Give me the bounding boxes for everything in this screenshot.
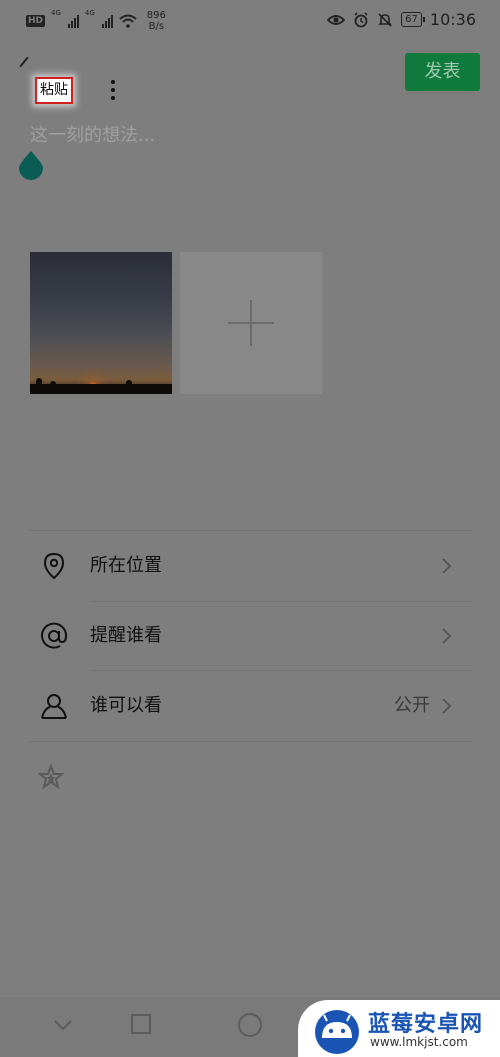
paste-button[interactable]: 粘贴 [35, 77, 73, 104]
hd-badge: HD [26, 15, 46, 27]
signal-2-icon [101, 14, 113, 28]
nav-home-icon[interactable] [238, 1013, 262, 1037]
watermark-title: 蓝莓安卓网 [368, 1012, 484, 1037]
at-sign-icon [41, 622, 68, 649]
plus-icon-v [250, 300, 252, 346]
star-icon[interactable] [38, 764, 64, 790]
status-left: HD 4G 4G 896 B/s [26, 10, 166, 32]
visibility-label: 谁可以看 [90, 695, 162, 716]
pencil-icon [19, 56, 29, 68]
battery-icon: 67 [401, 12, 425, 27]
more-options-icon[interactable] [106, 78, 120, 102]
mention-label: 提醒谁看 [90, 625, 162, 646]
publish-button[interactable]: 发表 [405, 53, 480, 91]
photo-thumbnail[interactable] [30, 252, 172, 394]
signal-2-label: 4G [84, 9, 95, 17]
tree-silhouette [50, 381, 56, 386]
add-photo-button[interactable] [180, 252, 322, 394]
location-label: 所在位置 [90, 555, 162, 576]
chevron-right-icon [442, 558, 452, 574]
visibility-value: 公开 [394, 695, 430, 716]
eye-icon [327, 14, 346, 25]
text-cursor-handle[interactable] [18, 150, 44, 180]
visibility-row[interactable]: 谁可以看 公开 [28, 671, 472, 741]
mention-row[interactable]: 提醒谁看 [28, 601, 472, 671]
alarm-icon [354, 11, 368, 27]
network-speed-unit: B/s [148, 21, 165, 32]
location-row[interactable]: 所在位置 [28, 531, 472, 601]
chevron-right-icon [442, 698, 452, 714]
tree-silhouette [126, 380, 132, 386]
signal-1-label: 4G [51, 9, 61, 17]
nav-back-icon[interactable] [52, 1014, 74, 1036]
chevron-right-icon [442, 628, 452, 644]
clock: 10:36 [429, 10, 476, 29]
tree-silhouette [36, 378, 42, 386]
nav-recents-icon[interactable] [131, 1014, 151, 1034]
location-pin-icon [43, 552, 65, 580]
watermark: 蓝莓安卓网 www.lmkjst.com [298, 1000, 500, 1057]
android-logo-icon [315, 1010, 359, 1054]
watermark-url: www.lmkjst.com [370, 1035, 468, 1049]
thought-input[interactable] [30, 120, 460, 150]
status-bar: HD 4G 4G 896 B/s 67 10:36 [0, 0, 500, 42]
network-speed-value: 896 [146, 10, 166, 21]
person-icon [41, 694, 67, 719]
network-speed: 896 B/s [147, 10, 166, 32]
divider [28, 741, 472, 742]
signal-1-icon [67, 14, 79, 28]
mute-bell-icon [378, 12, 393, 27]
status-right: 67 10:36 [327, 10, 476, 29]
wifi-icon [119, 14, 137, 28]
